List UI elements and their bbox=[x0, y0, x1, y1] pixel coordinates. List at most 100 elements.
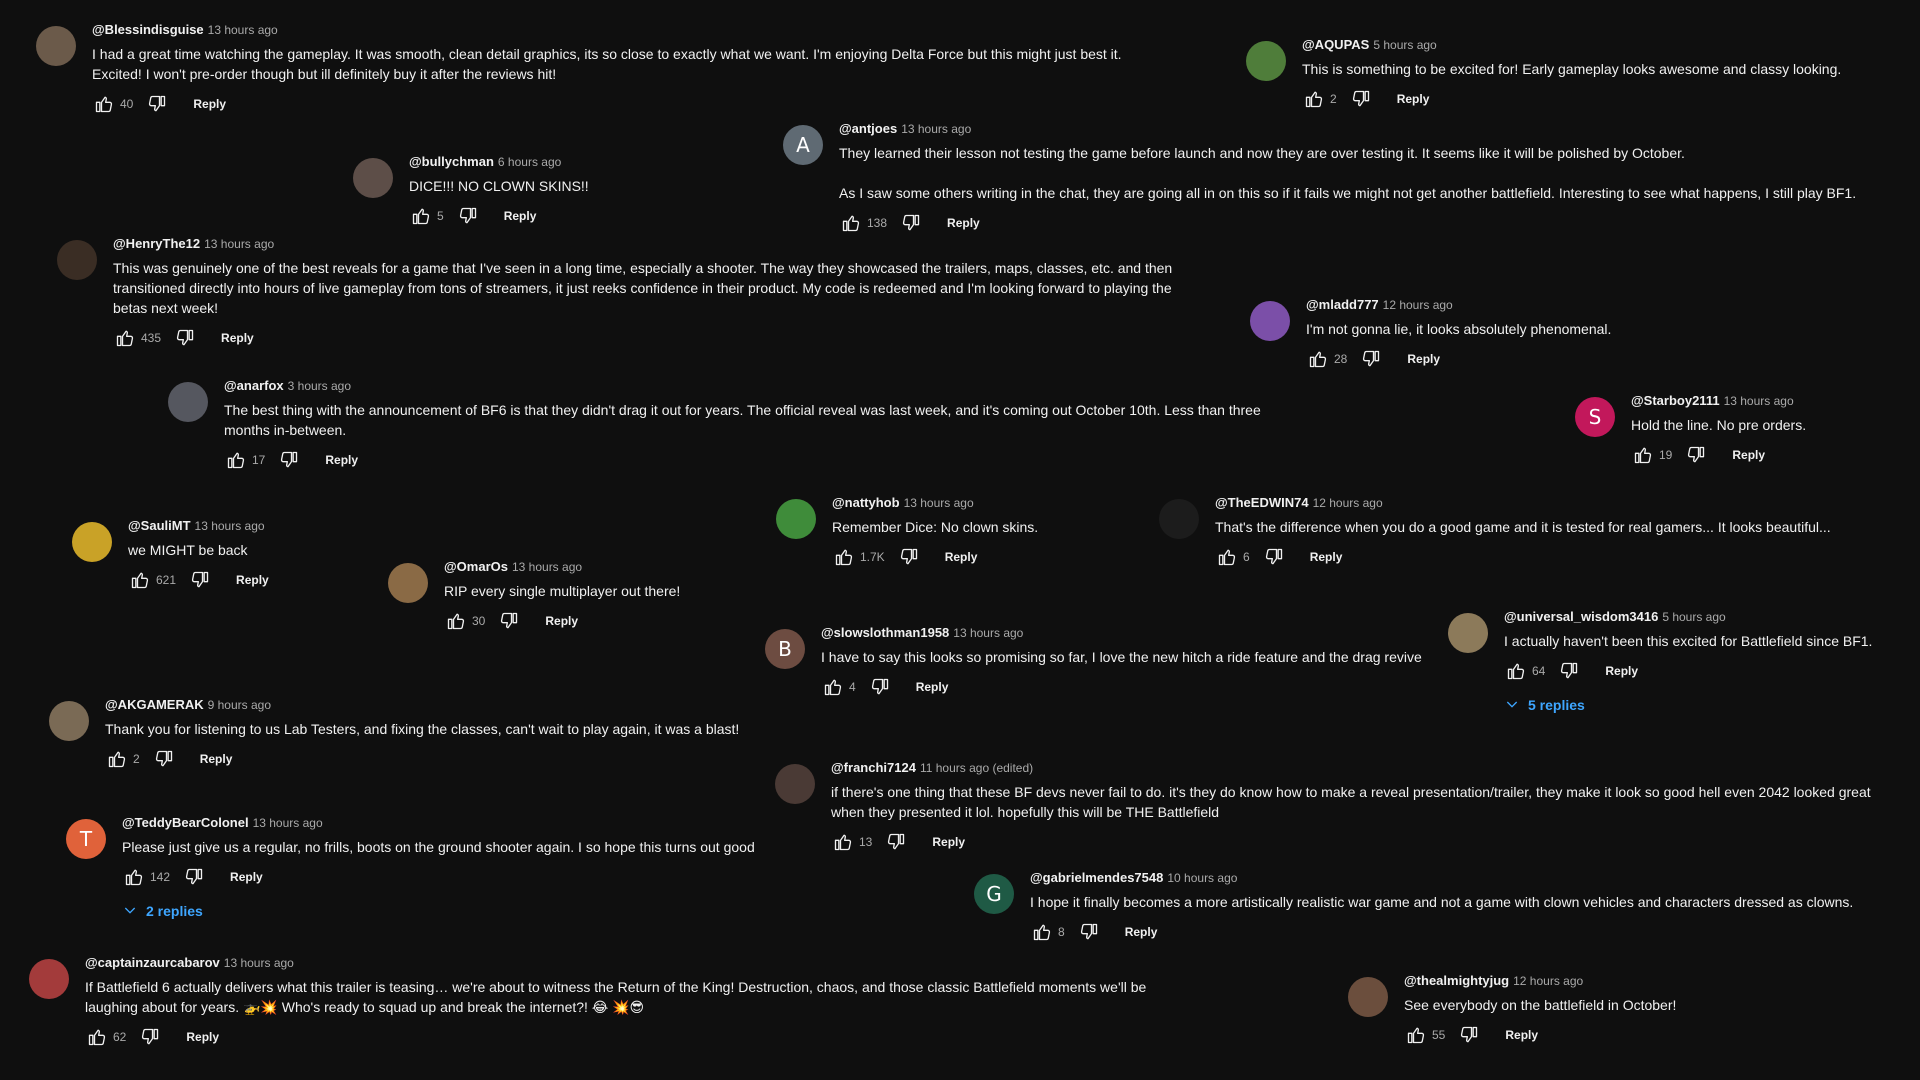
dislike-icon[interactable] bbox=[497, 609, 521, 633]
comment-author[interactable]: @AQUPAS bbox=[1302, 37, 1369, 52]
like-icon[interactable] bbox=[1302, 87, 1326, 111]
like-icon[interactable] bbox=[444, 609, 468, 633]
dislike-icon[interactable] bbox=[1557, 659, 1581, 683]
like-icon[interactable] bbox=[224, 448, 248, 472]
comment-timestamp[interactable]: 13 hours ago bbox=[204, 237, 274, 251]
comment-author[interactable]: @TeddyBearColonel bbox=[122, 815, 249, 830]
avatar[interactable] bbox=[29, 959, 69, 999]
avatar[interactable]: A bbox=[783, 125, 823, 165]
comment-author[interactable]: @antjoes bbox=[839, 121, 897, 136]
avatar[interactable] bbox=[1250, 301, 1290, 341]
dislike-icon[interactable] bbox=[1684, 443, 1708, 467]
dislike-icon[interactable] bbox=[884, 830, 908, 854]
dislike-icon[interactable] bbox=[173, 326, 197, 350]
comment-timestamp[interactable]: 13 hours ago bbox=[904, 496, 974, 510]
comment-author[interactable]: @TheEDWIN74 bbox=[1215, 495, 1309, 510]
comment-timestamp[interactable]: 13 hours ago bbox=[953, 626, 1023, 640]
avatar[interactable] bbox=[353, 158, 393, 198]
reply-button[interactable]: Reply bbox=[1605, 664, 1638, 678]
like-icon[interactable] bbox=[1030, 920, 1054, 944]
reply-button[interactable]: Reply bbox=[916, 680, 949, 694]
dislike-icon[interactable] bbox=[152, 747, 176, 771]
comment-author[interactable]: @slowslothman1958 bbox=[821, 625, 949, 640]
avatar[interactable]: S bbox=[1575, 397, 1615, 437]
reply-button[interactable]: Reply bbox=[1505, 1028, 1538, 1042]
reply-button[interactable]: Reply bbox=[1397, 92, 1430, 106]
like-icon[interactable] bbox=[92, 92, 116, 116]
comment-timestamp[interactable]: 10 hours ago bbox=[1167, 871, 1237, 885]
comment-timestamp[interactable]: 13 hours ago bbox=[253, 816, 323, 830]
like-icon[interactable] bbox=[1215, 545, 1239, 569]
reply-button[interactable]: Reply bbox=[186, 1030, 219, 1044]
reply-button[interactable]: Reply bbox=[945, 550, 978, 564]
like-icon[interactable] bbox=[85, 1025, 109, 1049]
comment-author[interactable]: @thealmightyjug bbox=[1404, 973, 1509, 988]
comment-timestamp[interactable]: 12 hours ago bbox=[1513, 974, 1583, 988]
comment-author[interactable]: @nattyhob bbox=[832, 495, 900, 510]
comment-timestamp[interactable]: 13 hours ago bbox=[195, 519, 265, 533]
like-icon[interactable] bbox=[832, 545, 856, 569]
comment-author[interactable]: @universal_wisdom3416 bbox=[1504, 609, 1658, 624]
reply-button[interactable]: Reply bbox=[1732, 448, 1765, 462]
like-icon[interactable] bbox=[409, 204, 433, 228]
like-icon[interactable] bbox=[128, 568, 152, 592]
avatar[interactable] bbox=[776, 499, 816, 539]
reply-button[interactable]: Reply bbox=[1125, 925, 1158, 939]
comment-timestamp[interactable]: 12 hours ago bbox=[1383, 298, 1453, 312]
comment-timestamp[interactable]: 5 hours ago bbox=[1373, 38, 1436, 52]
avatar[interactable] bbox=[1159, 499, 1199, 539]
avatar[interactable]: B bbox=[765, 629, 805, 669]
comment-timestamp[interactable]: 6 hours ago bbox=[498, 155, 561, 169]
dislike-icon[interactable] bbox=[138, 1025, 162, 1049]
reply-button[interactable]: Reply bbox=[236, 573, 269, 587]
dislike-icon[interactable] bbox=[277, 448, 301, 472]
dislike-icon[interactable] bbox=[1457, 1023, 1481, 1047]
reply-button[interactable]: Reply bbox=[193, 97, 226, 111]
reply-button[interactable]: Reply bbox=[325, 453, 358, 467]
avatar[interactable]: G bbox=[974, 874, 1014, 914]
comment-author[interactable]: @Blessindisguise bbox=[92, 22, 204, 37]
comment-author[interactable]: @AKGAMERAK bbox=[105, 697, 204, 712]
dislike-icon[interactable] bbox=[899, 211, 923, 235]
comment-author[interactable]: @OmarOs bbox=[444, 559, 508, 574]
dislike-icon[interactable] bbox=[1262, 545, 1286, 569]
reply-button[interactable]: Reply bbox=[230, 870, 263, 884]
avatar[interactable] bbox=[388, 563, 428, 603]
reply-button[interactable]: Reply bbox=[1310, 550, 1343, 564]
comment-author[interactable]: @HenryThe12 bbox=[113, 236, 200, 251]
reply-button[interactable]: Reply bbox=[947, 216, 980, 230]
comment-timestamp[interactable]: 12 hours ago bbox=[1313, 496, 1383, 510]
like-icon[interactable] bbox=[1306, 347, 1330, 371]
reply-button[interactable]: Reply bbox=[932, 835, 965, 849]
avatar[interactable] bbox=[72, 522, 112, 562]
view-replies-button[interactable]: 5 replies bbox=[1504, 691, 1872, 719]
like-icon[interactable] bbox=[1631, 443, 1655, 467]
avatar[interactable] bbox=[168, 382, 208, 422]
avatar[interactable] bbox=[49, 701, 89, 741]
comment-timestamp[interactable]: 9 hours ago bbox=[208, 698, 271, 712]
dislike-icon[interactable] bbox=[868, 675, 892, 699]
comment-timestamp[interactable]: 13 hours ago bbox=[1724, 394, 1794, 408]
like-icon[interactable] bbox=[1504, 659, 1528, 683]
reply-button[interactable]: Reply bbox=[1407, 352, 1440, 366]
reply-button[interactable]: Reply bbox=[200, 752, 233, 766]
comment-timestamp[interactable]: 13 hours ago bbox=[208, 23, 278, 37]
avatar[interactable] bbox=[1448, 613, 1488, 653]
comment-author[interactable]: @Starboy2111 bbox=[1631, 393, 1720, 408]
dislike-icon[interactable] bbox=[182, 865, 206, 889]
avatar[interactable] bbox=[775, 764, 815, 804]
comment-timestamp[interactable]: 11 hours ago (edited) bbox=[920, 761, 1033, 775]
dislike-icon[interactable] bbox=[897, 545, 921, 569]
avatar[interactable]: T bbox=[66, 819, 106, 859]
avatar[interactable] bbox=[57, 240, 97, 280]
like-icon[interactable] bbox=[122, 865, 146, 889]
reply-button[interactable]: Reply bbox=[504, 209, 537, 223]
comment-timestamp[interactable]: 13 hours ago bbox=[224, 956, 294, 970]
comment-author[interactable]: @franchi7124 bbox=[831, 760, 916, 775]
like-icon[interactable] bbox=[113, 326, 137, 350]
avatar[interactable] bbox=[36, 26, 76, 66]
dislike-icon[interactable] bbox=[1349, 87, 1373, 111]
dislike-icon[interactable] bbox=[145, 92, 169, 116]
comment-author[interactable]: @captainzaurcabarov bbox=[85, 955, 220, 970]
dislike-icon[interactable] bbox=[456, 204, 480, 228]
